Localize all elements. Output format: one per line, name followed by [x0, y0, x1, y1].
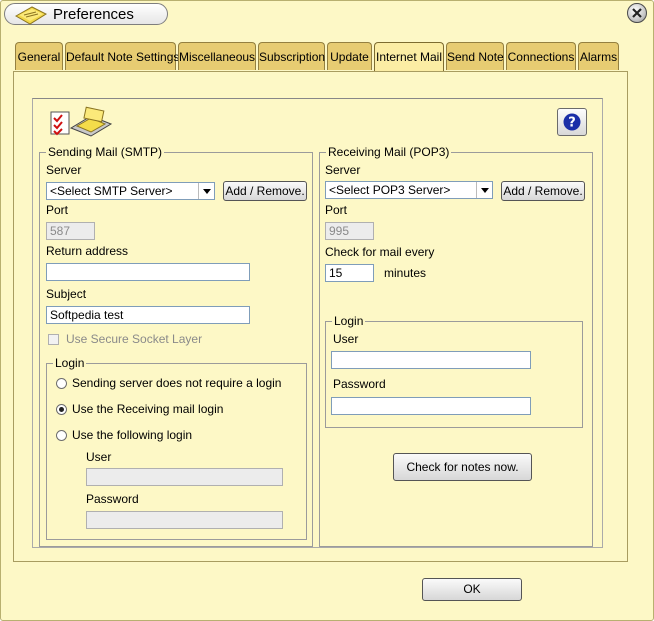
tab-default-note-settings[interactable]: Default Note Settings [65, 42, 180, 70]
radio-selected-dot [59, 407, 64, 412]
check-mail-label: Check for mail every [325, 245, 435, 259]
chevron-down-icon [476, 182, 492, 198]
pop3-user-field[interactable] [331, 351, 531, 369]
radio-receiving-login[interactable] [56, 404, 67, 415]
tab-label: Default Note Settings [66, 50, 180, 64]
pop3-port-field: 995 [325, 222, 374, 240]
pop3-user-label: User [333, 332, 359, 346]
minutes-label: minutes [384, 266, 427, 280]
mail-notes-icon [49, 106, 115, 141]
smtp-login-title: Login [55, 356, 85, 370]
subject-label: Subject [46, 287, 87, 301]
check-notes-now-button[interactable]: Check for notes now. [393, 453, 532, 481]
tab-update[interactable]: Update [327, 42, 372, 70]
smtp-server-value: <Select SMTP Server> [50, 184, 173, 198]
smtp-server-label: Server [46, 163, 82, 177]
tab-label: Alarms [579, 50, 618, 64]
pop3-server-label: Server [325, 163, 361, 177]
return-address-label: Return address [46, 244, 129, 258]
tab-label: Internet Mail [375, 50, 443, 64]
pop3-server-select[interactable]: <Select POP3 Server> [325, 181, 493, 199]
ok-button[interactable]: OK [422, 578, 522, 601]
subject-field[interactable]: Softpedia test [46, 306, 250, 324]
svg-text:?: ? [568, 116, 576, 131]
smtp-user-field [86, 468, 283, 486]
help-question-icon: ? [563, 113, 581, 131]
tab-label: Send Note [447, 50, 504, 64]
check-interval-field[interactable]: 15 [325, 264, 374, 282]
tab-send-note[interactable]: Send Note [446, 42, 504, 70]
tab-subscription[interactable]: Subscription [258, 42, 325, 70]
tab-miscellaneous[interactable]: Miscellaneous [178, 42, 256, 70]
pop3-password-field[interactable] [331, 397, 531, 415]
radio-no-login[interactable] [56, 378, 67, 389]
tab-label: Subscription [259, 50, 326, 64]
return-address-field[interactable] [46, 263, 250, 281]
preferences-window: Preferences General Default Note Setting… [0, 0, 654, 621]
sticky-note-icon [12, 4, 50, 29]
chevron-down-icon [198, 183, 214, 199]
receiving-login-label: Use the Receiving mail login [72, 402, 224, 416]
tab-alarms[interactable]: Alarms [578, 42, 619, 70]
ssl-checkbox[interactable] [48, 334, 59, 345]
window-title: Preferences [53, 6, 134, 23]
tab-label: Connections [507, 50, 575, 64]
tab-general[interactable]: General [15, 42, 63, 70]
tab-internet-mail[interactable]: Internet Mail [374, 42, 444, 73]
pop3-add-remove-button[interactable]: Add / Remove. [501, 181, 585, 201]
pop3-password-label: Password [333, 377, 386, 391]
ssl-label: Use Secure Socket Layer [66, 332, 203, 346]
smtp-add-remove-button[interactable]: Add / Remove. [223, 181, 307, 201]
following-login-label: Use the following login [72, 428, 193, 442]
pop3-port-label: Port [325, 203, 348, 217]
smtp-password-label: Password [86, 492, 139, 506]
tab-label: General [17, 50, 61, 64]
pop3-server-value: <Select POP3 Server> [329, 183, 451, 197]
tab-label: Update [330, 50, 369, 64]
tab-label: Miscellaneous [179, 50, 256, 64]
smtp-port-label: Port [46, 203, 69, 217]
smtp-server-select[interactable]: <Select SMTP Server> [46, 182, 215, 200]
radio-following-login[interactable] [56, 430, 67, 441]
pop3-group-title: Receiving Mail (POP3) [328, 145, 450, 159]
pop3-login-title: Login [334, 314, 364, 328]
title-bar: Preferences [4, 3, 168, 25]
smtp-user-label: User [86, 450, 112, 464]
smtp-port-field: 587 [46, 222, 95, 240]
smtp-password-field [86, 511, 283, 529]
close-button[interactable] [627, 3, 647, 23]
smtp-group-title: Sending Mail (SMTP) [48, 145, 163, 159]
tab-connections[interactable]: Connections [506, 42, 576, 70]
no-login-label: Sending server does not require a login [72, 376, 282, 390]
close-icon [632, 8, 642, 18]
help-button[interactable]: ? [557, 108, 587, 136]
